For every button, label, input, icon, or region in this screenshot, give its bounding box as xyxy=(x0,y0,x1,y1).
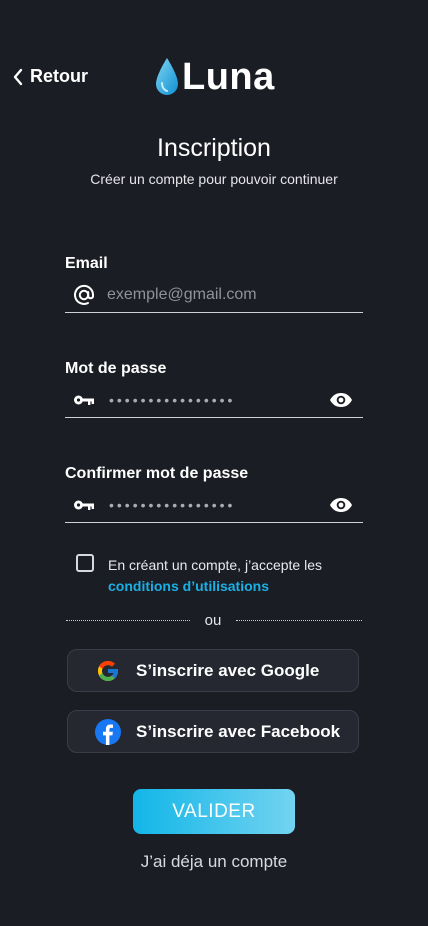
eye-icon[interactable] xyxy=(329,392,353,408)
brand-logo: Luna xyxy=(154,56,275,99)
email-field[interactable] xyxy=(65,278,363,313)
page-subtitle: Créer un compte pour pouvoir continuer xyxy=(90,171,338,187)
terms-label: En créant un compte, j’accepte les xyxy=(108,557,323,573)
brand-name: Luna xyxy=(182,56,275,98)
google-signup-label: S’inscrire avec Google xyxy=(136,660,320,680)
email-label: Email xyxy=(65,255,108,272)
password-field[interactable]: •••••••••••••••• xyxy=(65,383,363,418)
chevron-left-icon xyxy=(13,68,23,85)
terms-link[interactable]: conditions d’utilisations xyxy=(108,576,322,597)
drop-icon xyxy=(156,57,178,95)
divider-left xyxy=(66,620,190,621)
at-icon xyxy=(73,284,95,306)
login-link[interactable]: J’ai déja un compte xyxy=(0,852,428,872)
submit-button[interactable]: VALIDER xyxy=(133,789,295,834)
key-icon xyxy=(73,393,95,407)
back-button[interactable]: Retour xyxy=(12,66,88,87)
password-label: Mot de passe xyxy=(65,360,167,377)
terms-text: En créant un compte, j’accepte les condi… xyxy=(108,555,322,597)
back-label: Retour xyxy=(30,66,88,86)
confirm-password-label: Confirmer mot de passe xyxy=(65,465,249,482)
separator-label: ou xyxy=(204,612,222,629)
facebook-signup-button[interactable]: S’inscrire avec Facebook xyxy=(67,710,359,753)
confirm-password-field[interactable]: •••••••••••••••• xyxy=(65,488,363,523)
divider-right xyxy=(236,620,362,621)
password-input[interactable]: •••••••••••••••• xyxy=(109,392,329,408)
confirm-password-input[interactable]: •••••••••••••••• xyxy=(109,497,329,513)
facebook-icon xyxy=(95,718,121,745)
eye-icon[interactable] xyxy=(329,497,353,513)
google-icon xyxy=(95,658,121,684)
google-signup-button[interactable]: S’inscrire avec Google xyxy=(67,649,359,692)
page-title: Inscription xyxy=(157,134,271,162)
email-input[interactable] xyxy=(107,286,327,304)
facebook-signup-label: S’inscrire avec Facebook xyxy=(136,721,341,741)
terms-checkbox[interactable] xyxy=(76,554,94,572)
key-icon xyxy=(73,498,95,512)
